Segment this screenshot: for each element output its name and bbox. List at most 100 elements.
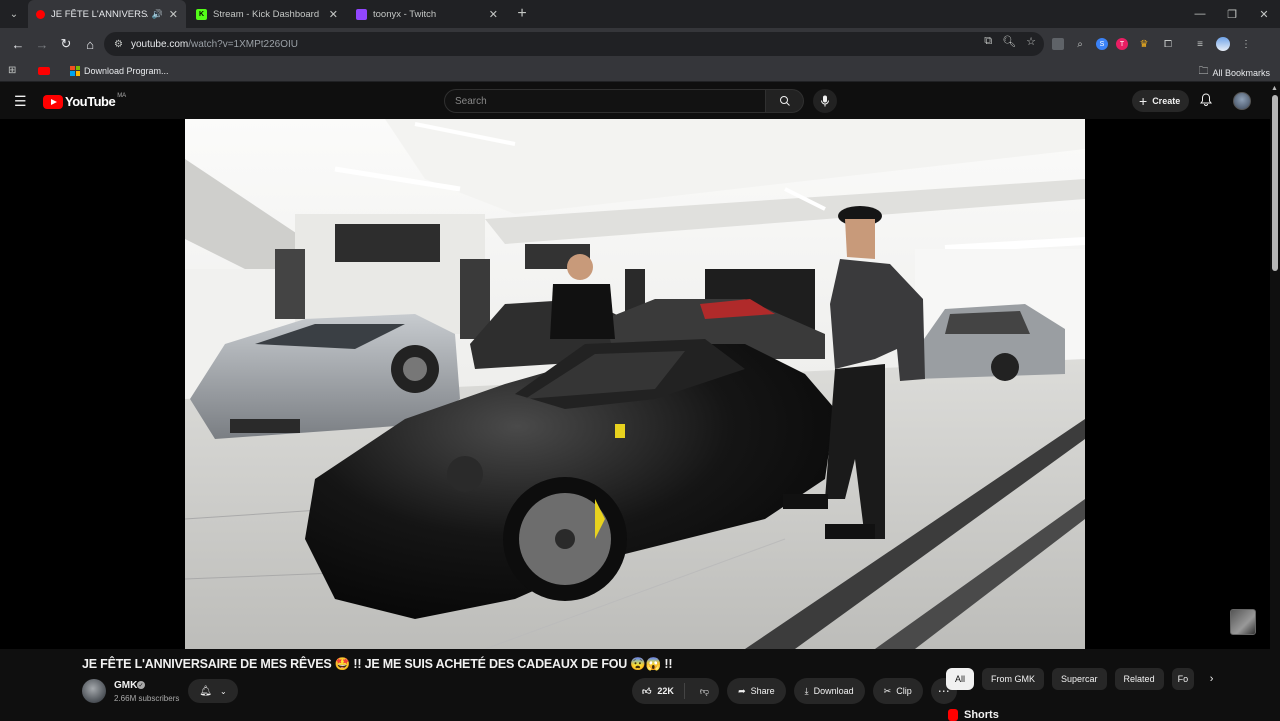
apps-grid-icon[interactable]: ⊞ bbox=[8, 65, 24, 76]
tab-close-icon[interactable]: ✕ bbox=[489, 8, 498, 21]
channel-watermark[interactable] bbox=[1230, 609, 1256, 635]
tab-close-icon[interactable]: ✕ bbox=[329, 8, 338, 21]
folder-icon: 🗀 bbox=[1198, 66, 1209, 77]
chevron-down-icon: ⌄ bbox=[220, 686, 227, 696]
tab-youtube[interactable]: JE FÊTE L'ANNIVERSAIRE DE 🔊 ✕ bbox=[28, 0, 186, 28]
logo-text: YouTube bbox=[65, 94, 116, 109]
thumbs-down-icon: 👎︎ bbox=[699, 685, 710, 696]
channel-name[interactable]: GMK bbox=[114, 680, 137, 691]
account-avatar[interactable] bbox=[1233, 92, 1251, 110]
shorts-icon bbox=[948, 709, 958, 721]
window-controls: — ❐ ✕ bbox=[1184, 0, 1280, 28]
minimize-icon[interactable]: — bbox=[1184, 0, 1216, 28]
scrollbar-thumb[interactable] bbox=[1272, 95, 1278, 271]
notifications-bell-icon[interactable] bbox=[1200, 93, 1212, 111]
subscriber-count: 2.66M subscribers bbox=[114, 694, 180, 703]
restore-icon[interactable]: ❐ bbox=[1216, 0, 1248, 28]
forward-icon[interactable]: → bbox=[30, 32, 54, 56]
like-count: 22K bbox=[657, 686, 674, 696]
plus-icon: + bbox=[1139, 93, 1148, 109]
bookmark-youtube[interactable] bbox=[38, 66, 60, 75]
new-tab-button[interactable]: + bbox=[510, 2, 534, 26]
clip-button[interactable]: ✂ Clip bbox=[872, 678, 923, 704]
all-bookmarks[interactable]: 🗀 All Bookmarks bbox=[1198, 64, 1270, 81]
microsoft-icon bbox=[70, 65, 80, 76]
youtube-page: ☰ YouTube MA + Create bbox=[0, 83, 1280, 721]
address-bar[interactable]: ⚙ youtube.com/watch?v=1XMPt226OIU ⧉ 🔍︎ ☆ bbox=[104, 32, 1044, 56]
video-player[interactable] bbox=[0, 119, 1270, 649]
extension-search-icon[interactable]: ⌕ bbox=[1072, 36, 1088, 52]
tab-title: Stream - Kick Dashboard bbox=[213, 8, 320, 20]
share-arrow-icon: ➦ bbox=[738, 685, 746, 696]
site-info-icon[interactable]: ⚙ bbox=[114, 39, 123, 50]
dislike-button[interactable]: 👎︎ bbox=[690, 686, 719, 697]
tab-twitch[interactable]: toonyx - Twitch ✕ bbox=[348, 0, 506, 28]
close-window-icon[interactable]: ✕ bbox=[1248, 0, 1280, 28]
tab-search-button[interactable]: ⌄ bbox=[0, 0, 28, 28]
create-button[interactable]: + Create bbox=[1132, 90, 1190, 112]
subscribed-notification-button[interactable]: 🔔︎ ⌄ bbox=[188, 679, 238, 703]
chrome-menu-icon[interactable]: ⋮ bbox=[1238, 36, 1254, 52]
tab-title: toonyx - Twitch bbox=[373, 8, 437, 20]
twitch-favicon-icon bbox=[356, 8, 367, 20]
extension-icon[interactable] bbox=[1052, 38, 1064, 50]
media-control-icon[interactable]: ≡ bbox=[1192, 36, 1208, 52]
like-dislike-group: 👍︎ 22K 👎︎ bbox=[632, 678, 720, 704]
bookmark-star-icon[interactable]: ☆ bbox=[1026, 35, 1036, 48]
chip-related[interactable]: Related bbox=[1114, 668, 1164, 690]
country-code: MA bbox=[117, 92, 127, 99]
extension-crown-icon[interactable]: ♛ bbox=[1136, 36, 1152, 52]
profile-avatar-icon[interactable] bbox=[1216, 37, 1230, 51]
video-frame[interactable] bbox=[185, 119, 1085, 649]
tab-kick[interactable]: K Stream - Kick Dashboard ✕ bbox=[188, 0, 346, 28]
tab-bar: ⌄ JE FÊTE L'ANNIVERSAIRE DE 🔊 ✕ K Stream… bbox=[0, 0, 1280, 28]
download-label: Download bbox=[813, 686, 854, 696]
download-icon: ⤓ bbox=[804, 685, 809, 696]
chip-truncated[interactable]: Fo bbox=[1171, 668, 1194, 690]
guide-menu-icon[interactable]: ☰ bbox=[14, 93, 27, 110]
channel-avatar[interactable] bbox=[82, 679, 106, 703]
url-host: youtube.com bbox=[130, 38, 189, 50]
zoom-icon[interactable]: 🔍︎ bbox=[1002, 35, 1016, 48]
share-label: Share bbox=[750, 686, 775, 696]
bookmarks-bar: ⊞ Download Program... 🗀 All Bookmarks bbox=[0, 60, 1280, 82]
youtube-play-icon bbox=[43, 94, 63, 109]
back-icon[interactable]: ← bbox=[6, 32, 30, 56]
video-title: JE FÊTE L'ANNIVERSAIRE DE MES RÊVES 🤩 !!… bbox=[82, 657, 673, 671]
channel-row: GMK ✓ 2.66M subscribers 🔔︎ ⌄ 👍︎ 22K 👎︎ ➦ … bbox=[82, 678, 957, 708]
kick-favicon-icon: K bbox=[196, 8, 207, 20]
microphone-icon bbox=[821, 95, 829, 107]
video-thumbnail-scene bbox=[185, 119, 1085, 649]
bookmark-label: Download Program... bbox=[84, 65, 169, 76]
home-icon[interactable]: ⌂ bbox=[78, 32, 102, 56]
extension-pink-icon[interactable]: T bbox=[1116, 38, 1128, 50]
like-button[interactable]: 👍︎ 22K bbox=[632, 683, 685, 699]
audio-playing-icon[interactable]: 🔊 bbox=[152, 9, 163, 20]
chip-supercar[interactable]: Supercar bbox=[1052, 668, 1107, 690]
scissors-icon: ✂ bbox=[883, 685, 892, 696]
chip-from-gmk[interactable]: From GMK bbox=[982, 668, 1045, 690]
clip-label: Clip bbox=[896, 686, 912, 696]
bookmark-download-program[interactable]: Download Program... bbox=[70, 65, 169, 76]
tab-close-icon[interactable]: ✕ bbox=[169, 8, 178, 21]
page-scrollbar[interactable]: ▲ bbox=[1270, 83, 1280, 720]
bell-icon: 🔔︎ bbox=[199, 685, 212, 697]
chevron-right-icon[interactable]: › bbox=[1202, 668, 1222, 690]
create-label: Create bbox=[1152, 96, 1181, 106]
download-button[interactable]: ⤓ Download bbox=[793, 678, 865, 704]
scroll-up-icon[interactable]: ▲ bbox=[1271, 85, 1278, 92]
reload-icon[interactable]: ↻ bbox=[54, 32, 78, 56]
thumbs-up-icon: 👍︎ bbox=[642, 685, 652, 696]
extension-blue-icon[interactable]: S bbox=[1096, 38, 1108, 50]
extensions-area: ⌕ S T ♛ ⧠ ≡ ⋮ bbox=[1052, 32, 1254, 56]
share-button[interactable]: ➦ Share bbox=[727, 678, 786, 704]
install-app-icon[interactable]: ⧉ bbox=[984, 35, 992, 48]
extensions-puzzle-icon[interactable]: ⧠ bbox=[1160, 36, 1176, 52]
youtube-logo[interactable]: YouTube MA bbox=[43, 92, 127, 109]
related-filter-chips: All From GMK Supercar Related Fo › bbox=[946, 668, 1222, 690]
search-button[interactable] bbox=[766, 89, 804, 113]
search-input[interactable] bbox=[455, 95, 765, 107]
verified-check-icon: ✓ bbox=[137, 681, 145, 689]
chip-all[interactable]: All bbox=[946, 668, 975, 690]
voice-search-button[interactable] bbox=[813, 89, 837, 113]
